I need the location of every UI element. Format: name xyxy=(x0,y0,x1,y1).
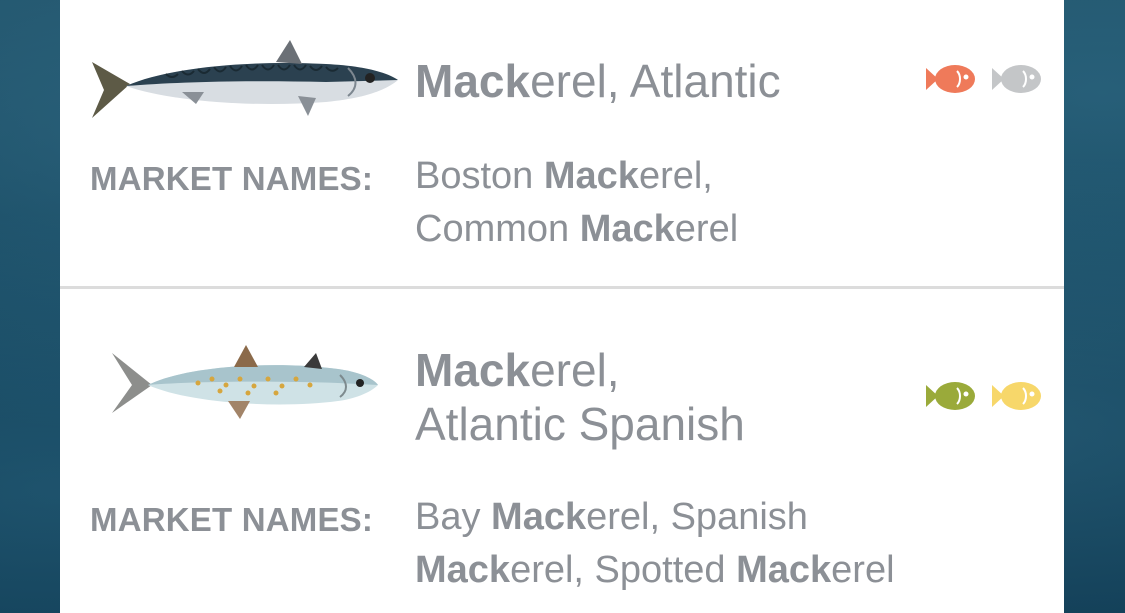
fish-name-line-2: Atlantic Spanish xyxy=(415,398,745,450)
fish-name: Mackerel, Atlantic Spanish xyxy=(415,343,745,451)
market-names-line-2: Mackerel, Spotted Mackerel xyxy=(415,549,895,591)
fish-icon xyxy=(926,382,975,410)
market-names-label: MARKET NAMES: xyxy=(90,160,374,197)
sustainability-rating xyxy=(924,379,1042,413)
list-item-atlantic-spanish-mackerel[interactable]: Mackerel, Atlantic Spanish MARKET NAMES:… xyxy=(60,289,1064,613)
fish-icon xyxy=(926,65,975,93)
market-names-line-1: Bay Mackerel, Spanish xyxy=(415,496,808,538)
market-names-line-1: Boston Mackerel, xyxy=(415,155,713,197)
fish-name-highlight: Mack xyxy=(415,55,531,107)
market-names-value: Boston Mackerel, Common Mackerel xyxy=(415,150,738,256)
fish-name-highlight: Mack xyxy=(415,344,531,396)
fish-name-rest: erel, xyxy=(530,344,620,396)
spanish-mackerel-image xyxy=(112,345,378,419)
market-names-line-2: Common Mackerel xyxy=(415,208,739,250)
search-results-list: Mackerel, Atlantic MARKET NAMES: Boston … xyxy=(60,0,1064,613)
fish-icon xyxy=(992,65,1041,93)
sustainability-rating xyxy=(924,62,1042,96)
atlantic-mackerel-image xyxy=(92,40,398,118)
fish-name-rest: erel, Atlantic xyxy=(530,55,781,107)
market-names-value: Bay Mackerel, Spanish Mackerel, Spotted … xyxy=(415,491,895,597)
list-item-atlantic-mackerel[interactable]: Mackerel, Atlantic MARKET NAMES: Boston … xyxy=(60,0,1064,286)
fish-name: Mackerel, Atlantic xyxy=(415,54,781,108)
market-names-label: MARKET NAMES: xyxy=(90,501,374,538)
fish-icon xyxy=(992,382,1041,410)
